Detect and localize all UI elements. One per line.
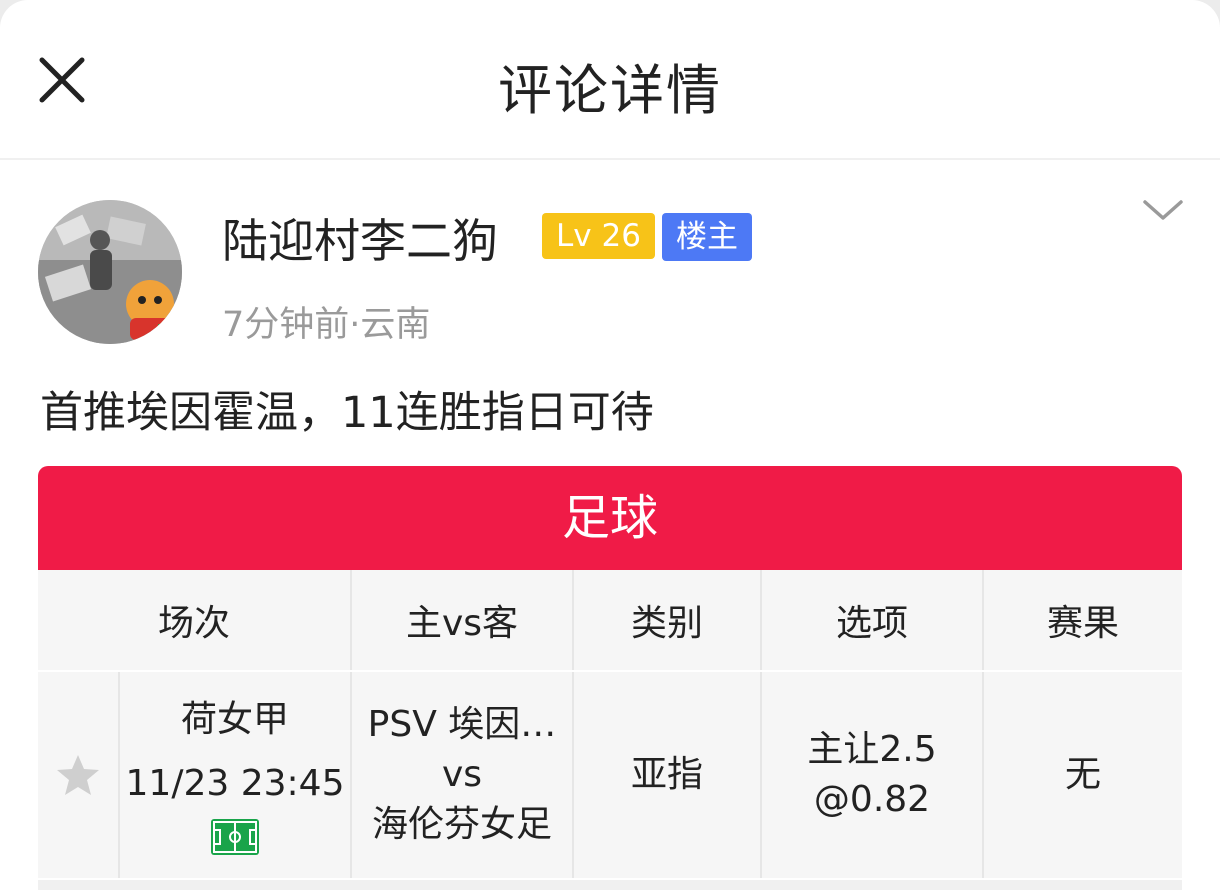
home-team: PSV 埃因… <box>367 704 557 745</box>
table-row[interactable]: 荷女甲 11/23 23:45 PSV 埃因… vs 海伦芬女足 亚指 主让2.… <box>38 672 1182 878</box>
table-footer-strip <box>38 880 1182 890</box>
more-button[interactable] <box>1142 192 1184 226</box>
league-name: 荷女甲 <box>180 699 289 740</box>
column-header-type: 类别 <box>574 570 762 670</box>
option-line: 主让2.5 <box>807 729 937 770</box>
owner-badge: 楼主 <box>662 213 752 261</box>
avatar[interactable] <box>38 200 182 344</box>
option-cell: 主让2.5 @0.82 <box>762 672 984 878</box>
chevron-down-icon <box>1143 200 1183 220</box>
away-team: 海伦芬女足 <box>371 804 552 845</box>
match-cell: 荷女甲 11/23 23:45 <box>120 672 352 878</box>
header: 评论详情 <box>0 0 1220 160</box>
page-title: 评论详情 <box>498 59 722 122</box>
bet-card: 足球 场次 主vs客 类别 选项 赛果 荷女甲 11/23 23:45 PSV … <box>38 466 1182 890</box>
favorite-button[interactable] <box>38 672 120 878</box>
column-header-option: 选项 <box>762 570 984 670</box>
column-header-result: 赛果 <box>1046 603 1119 644</box>
match-time: 11/23 23:45 <box>125 763 345 804</box>
football-field-icon <box>211 819 259 855</box>
option-odds: @0.82 <box>813 779 931 820</box>
star-icon <box>57 755 99 795</box>
versus-label: vs <box>441 754 483 795</box>
username[interactable]: 陆迎村李二狗 <box>222 205 498 271</box>
type-cell: 亚指 <box>574 672 762 878</box>
teams-cell: PSV 埃因… vs 海伦芬女足 <box>352 672 574 878</box>
level-badge: Lv 26 <box>542 213 655 259</box>
comment-text: 首推埃因霍温，11连胜指日可待 <box>40 388 654 438</box>
column-header-teams: 主vs客 <box>352 570 574 670</box>
comment-detail-sheet: 评论详情 陆迎村李二狗 Lv 26 楼主 7分钟前·云南 首推埃因霍温，11连胜… <box>0 0 1220 890</box>
card-category: 足球 <box>38 466 1182 570</box>
column-header-match: 场次 <box>38 570 352 670</box>
result-cell: 无 <box>1064 754 1101 795</box>
table-header-row: 场次 主vs客 类别 选项 赛果 <box>38 570 1182 670</box>
bet-table: 场次 主vs客 类别 选项 赛果 荷女甲 11/23 23:45 PSV 埃因…… <box>38 570 1182 890</box>
post-meta: 7分钟前·云南 <box>222 305 431 345</box>
